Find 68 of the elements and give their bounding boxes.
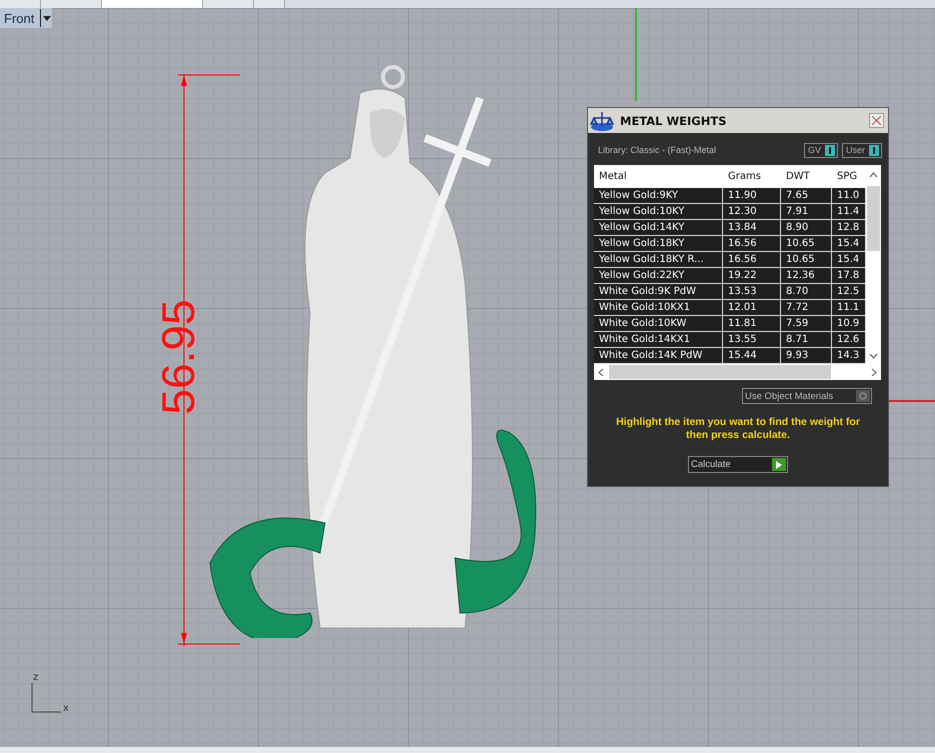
table-cell[interactable]: White Gold:9K PdW	[594, 284, 723, 300]
scroll-down-icon	[869, 351, 878, 360]
table-cell[interactable]: 9.93	[781, 348, 832, 364]
table-cell[interactable]: Yellow Gold:9KY	[594, 188, 723, 204]
table-cell[interactable]: White Gold:10KX1	[594, 300, 723, 316]
scale-icon	[590, 110, 614, 132]
table-cell[interactable]: 8.70	[781, 284, 832, 300]
table-cell[interactable]: 8.71	[781, 332, 832, 348]
table-cell[interactable]: 15.4	[832, 236, 866, 252]
table-cell[interactable]: 15.4	[832, 252, 866, 268]
use-object-materials-toggle[interactable]: Use Object Materials	[742, 388, 872, 404]
table-cell[interactable]: White Gold:10KW	[594, 316, 723, 332]
table-cell[interactable]: 17.8	[832, 268, 866, 284]
calculate-button[interactable]: Calculate	[688, 456, 788, 473]
x-axis-line	[887, 400, 935, 402]
table-cell[interactable]: 16.56	[723, 236, 781, 252]
table-cell[interactable]: 7.91	[781, 204, 832, 220]
table-cell[interactable]: 11.90	[723, 188, 781, 204]
table-cell[interactable]: 19.22	[723, 268, 781, 284]
table-cell[interactable]: 13.55	[723, 332, 781, 348]
library-label: Library: Classic - (Fast)-Metal	[598, 145, 716, 155]
dimension-value: 56.95	[151, 298, 205, 417]
toggle-switch[interactable]: GV	[804, 142, 838, 158]
table-cell[interactable]: Yellow Gold:22KY	[594, 268, 723, 284]
scroll-up-icon	[869, 171, 878, 180]
table-cell[interactable]: 12.8	[832, 220, 866, 236]
table-cell[interactable]: 11.1	[832, 300, 866, 316]
table-cell[interactable]: Yellow Gold:18KY R...	[594, 252, 723, 268]
viewport-tab[interactable]	[254, 0, 285, 8]
table-cell[interactable]: 7.59	[781, 316, 832, 332]
toggle-switch[interactable]: User	[842, 142, 882, 158]
axis-gizmo-icon	[31, 683, 61, 713]
table-cell[interactable]: 10.65	[781, 252, 832, 268]
viewport-title: Front	[3, 10, 36, 26]
panel-title: METAL WEIGHTS	[620, 114, 728, 128]
table-cell[interactable]: 12.01	[723, 300, 781, 316]
close-icon	[872, 116, 881, 125]
table-cell[interactable]: 11.81	[723, 316, 781, 332]
table-cell[interactable]: 12.36	[781, 268, 832, 284]
viewport-tab[interactable]	[203, 0, 254, 8]
table-cell[interactable]: White Gold:14KX1	[594, 332, 723, 348]
table-cell[interactable]: 16.56	[723, 252, 781, 268]
table-cell[interactable]: Yellow Gold:14KY	[594, 220, 723, 236]
table-cell[interactable]: 13.53	[723, 284, 781, 300]
instruction-text: Highlight the item you want to find the weight for then press calculate.	[616, 416, 860, 442]
table-cell[interactable]: 11.0	[832, 188, 866, 204]
viewport-tab[interactable]	[102, 0, 203, 8]
table-cell[interactable]: White Gold:14K PdW	[594, 348, 723, 364]
viewport-menu-button[interactable]	[40, 9, 52, 27]
table-cell[interactable]: 7.72	[781, 300, 832, 316]
x-axis-label: x	[63, 703, 69, 714]
table-cell[interactable]: 15.44	[723, 348, 781, 364]
table-cell[interactable]: 8.90	[781, 220, 832, 236]
close-button[interactable]	[869, 113, 884, 128]
table-cell[interactable]: 10.9	[832, 316, 866, 332]
table-cell[interactable]: 13.84	[723, 220, 781, 236]
table-cell[interactable]: 12.6	[832, 332, 866, 348]
table-cell[interactable]: 12.30	[723, 204, 781, 220]
table-cell[interactable]: Yellow Gold:10KY	[594, 204, 723, 220]
play-icon	[776, 460, 782, 468]
caret-icon	[42, 16, 51, 20]
table-cell[interactable]: Yellow Gold:18KY	[594, 236, 723, 252]
z-axis-label: z	[33, 672, 38, 683]
table-cell[interactable]: 7.65	[781, 188, 832, 204]
table-cell[interactable]: 11.4	[832, 204, 866, 220]
table-cell[interactable]: 10.65	[781, 236, 832, 252]
table-cell[interactable]: 12.5	[832, 284, 866, 300]
table-cell[interactable]: 14.3	[832, 348, 866, 364]
